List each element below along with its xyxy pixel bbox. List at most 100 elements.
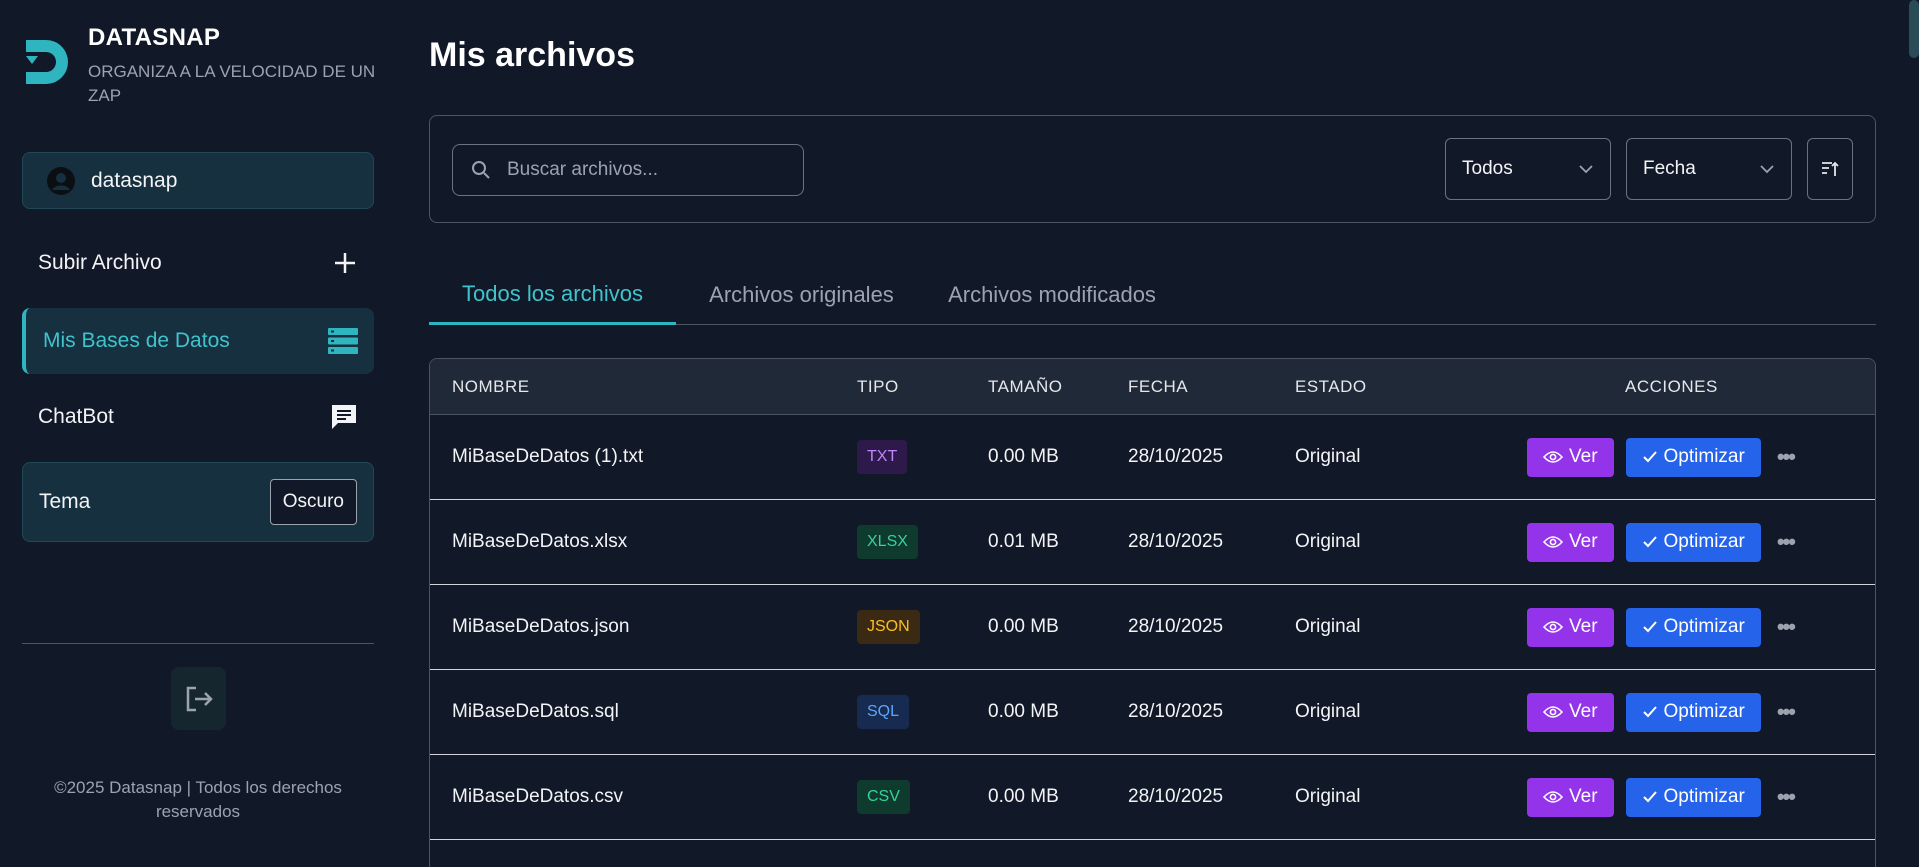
- file-name[interactable]: MiBaseDeDatos.xlsx: [452, 500, 627, 584]
- type-filter-value: Todos: [1462, 158, 1513, 179]
- view-button[interactable]: Ver: [1527, 522, 1614, 562]
- file-actions: Ver Optimizar •••: [1527, 585, 1796, 669]
- chevron-down-icon: [1760, 165, 1774, 174]
- file-name[interactable]: MiBaseDeDatos (1).txt: [452, 415, 643, 499]
- eye-icon: [1543, 536, 1563, 548]
- view-button[interactable]: Ver: [1527, 437, 1614, 477]
- logout-button[interactable]: [171, 667, 226, 730]
- plus-icon: [335, 253, 355, 273]
- check-icon: [1642, 451, 1657, 463]
- file-date: 28/10/2025: [1128, 786, 1224, 807]
- eye-icon: [1543, 451, 1563, 463]
- optimize-button[interactable]: Optimizar: [1625, 522, 1761, 562]
- more-options-icon[interactable]: •••: [1777, 444, 1796, 470]
- theme-setting: Tema Oscuro: [22, 462, 374, 542]
- sort-by-select[interactable]: Fecha: [1626, 138, 1792, 200]
- optimize-label: Optimizar: [1663, 701, 1745, 722]
- eye-icon: [1543, 621, 1563, 633]
- database-list-icon: [328, 328, 358, 354]
- file-type-cell: TXT: [857, 415, 908, 499]
- datasnap-logo-icon: [26, 40, 68, 84]
- theme-toggle-button[interactable]: Oscuro: [269, 479, 357, 525]
- chevron-down-icon: [1579, 165, 1593, 174]
- view-label: Ver: [1569, 701, 1598, 722]
- view-button[interactable]: Ver: [1527, 692, 1614, 732]
- optimize-label: Optimizar: [1663, 786, 1745, 807]
- file-name[interactable]: MiBaseDeDatos.json: [452, 585, 629, 669]
- optimize-button[interactable]: Optimizar: [1625, 777, 1761, 817]
- file-type-cell: CSV: [857, 755, 910, 839]
- sidebar-divider: [22, 643, 374, 644]
- scrollbar-thumb[interactable]: [1909, 0, 1919, 58]
- file-date: 28/10/2025: [1128, 616, 1224, 637]
- optimize-button[interactable]: Optimizar: [1625, 692, 1761, 732]
- file-size: 0.00 MB: [988, 446, 1059, 467]
- chat-icon: [332, 405, 356, 429]
- table-row: MiBaseDeDatos.csv CSV 0.00 MB 28/10/2025…: [430, 755, 1875, 840]
- user-profile[interactable]: datasnap: [22, 152, 374, 209]
- check-icon: [1642, 706, 1657, 718]
- file-size: 0.00 MB: [988, 786, 1059, 807]
- file-state: Original: [1295, 616, 1361, 637]
- footer-copyright: ©2025 Datasnap | Todos los derechos rese…: [54, 778, 342, 821]
- file-type-badge: TXT: [857, 440, 908, 474]
- theme-label: Tema: [39, 490, 91, 513]
- file-toolbar: Todos Fecha: [429, 115, 1876, 223]
- user-name: datasnap: [91, 168, 178, 192]
- table-row: MiBaseDeDatos.json JSON 0.00 MB 28/10/20…: [430, 585, 1875, 670]
- optimize-label: Optimizar: [1663, 531, 1745, 552]
- sidebar: DATASNAP ORGANIZA A LA VELOCIDAD DE UN Z…: [0, 0, 395, 867]
- nav-my-databases[interactable]: Mis Bases de Datos: [22, 308, 374, 374]
- header-name: NOMBRE: [452, 377, 530, 396]
- search-icon: [472, 161, 490, 179]
- optimize-label: Optimizar: [1663, 446, 1745, 467]
- type-filter-select[interactable]: Todos: [1445, 138, 1611, 200]
- tab-modified-files[interactable]: Archivos modificados: [927, 265, 1177, 325]
- more-options-icon[interactable]: •••: [1777, 614, 1796, 640]
- file-type-badge: CSV: [857, 780, 910, 814]
- nav-chatbot[interactable]: ChatBot: [22, 384, 374, 450]
- search-box: [452, 144, 804, 196]
- brand: DATASNAP ORGANIZA A LA VELOCIDAD DE UN Z…: [22, 24, 388, 108]
- optimize-button[interactable]: Optimizar: [1625, 607, 1761, 647]
- file-name[interactable]: MiBaseDeDatos.sql: [452, 670, 619, 754]
- table-header: NOMBRE TIPO TAMAÑO FECHA ESTADO ACCIONES: [430, 359, 1875, 415]
- brand-tagline: ORGANIZA A LA VELOCIDAD DE UN ZAP: [88, 62, 376, 105]
- file-type-cell: JSON: [857, 585, 920, 669]
- file-state: Original: [1295, 701, 1361, 722]
- tab-original-files[interactable]: Archivos originales: [676, 265, 927, 325]
- tab-all-files[interactable]: Todos los archivos: [429, 265, 676, 325]
- view-button[interactable]: Ver: [1527, 607, 1614, 647]
- file-date: 28/10/2025: [1128, 531, 1224, 552]
- view-button[interactable]: Ver: [1527, 777, 1614, 817]
- logout-icon: [186, 686, 213, 711]
- check-icon: [1642, 536, 1657, 548]
- sort-order-button[interactable]: [1807, 138, 1853, 200]
- optimize-label: Optimizar: [1663, 616, 1745, 637]
- file-state: Original: [1295, 446, 1361, 467]
- more-options-icon[interactable]: •••: [1777, 529, 1796, 555]
- more-options-icon[interactable]: •••: [1777, 784, 1796, 810]
- optimize-button[interactable]: Optimizar: [1625, 437, 1761, 477]
- file-name[interactable]: MiBaseDeDatos.csv: [452, 755, 623, 839]
- file-actions: Ver Optimizar •••: [1527, 670, 1796, 754]
- brand-name: DATASNAP: [88, 24, 221, 51]
- more-options-icon[interactable]: •••: [1777, 699, 1796, 725]
- check-icon: [1642, 791, 1657, 803]
- eye-icon: [1543, 791, 1563, 803]
- file-actions: Ver Optimizar •••: [1527, 500, 1796, 584]
- table-row: MiBaseDeDatos.xlsx XLSX 0.01 MB 28/10/20…: [430, 500, 1875, 585]
- file-type-cell: SQL: [857, 670, 910, 754]
- file-state: Original: [1295, 786, 1361, 807]
- nav-upload-file[interactable]: Subir Archivo: [22, 230, 374, 296]
- search-input[interactable]: [507, 159, 787, 181]
- file-date: 28/10/2025: [1128, 446, 1224, 467]
- file-size: 0.01 MB: [988, 531, 1059, 552]
- header-type: TIPO: [857, 377, 899, 396]
- header-size: TAMAÑO: [988, 377, 1063, 396]
- file-date: 28/10/2025: [1128, 701, 1224, 722]
- file-type-badge: SQL: [857, 695, 910, 729]
- nav-chatbot-label: ChatBot: [38, 405, 114, 428]
- view-label: Ver: [1569, 531, 1598, 552]
- file-type-badge: XLSX: [857, 525, 918, 559]
